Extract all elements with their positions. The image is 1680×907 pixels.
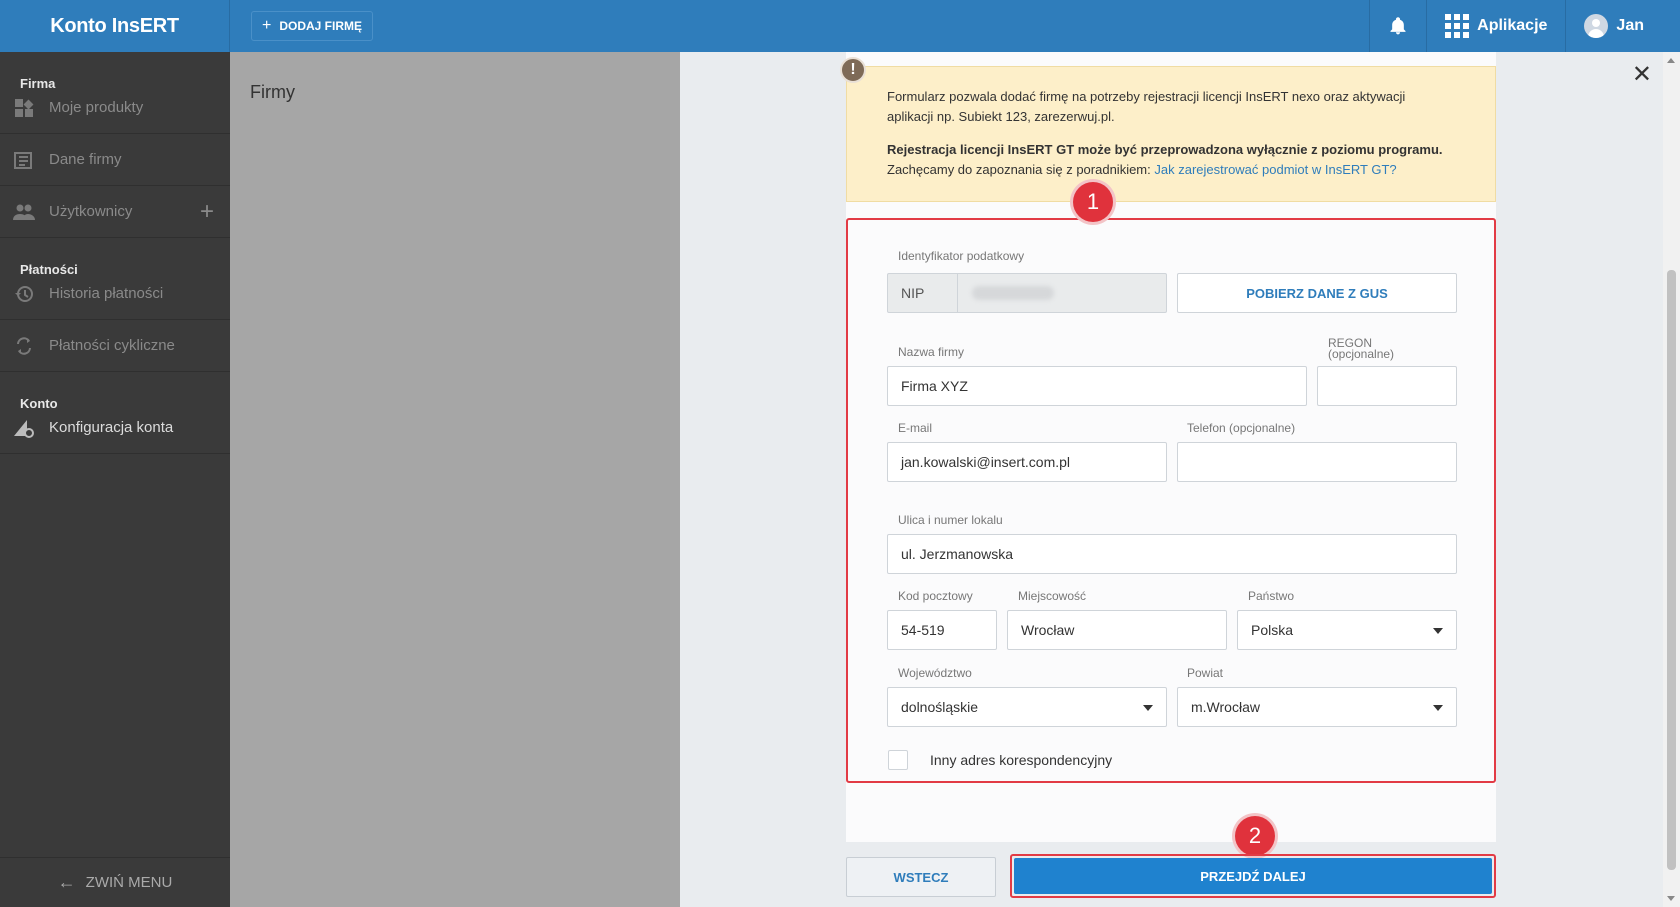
postal-code-input[interactable]: 54-519 [887, 610, 997, 650]
add-user-plus-icon[interactable]: + [200, 198, 214, 226]
next-button-highlight: PRZEJDŹ DALEJ [1010, 854, 1496, 898]
tax-id-label: Identyfikator podatkowy [898, 249, 1025, 263]
chevron-down-icon [1433, 628, 1443, 634]
alt-address-label: Inny adres korespondencyjny [930, 752, 1113, 768]
city-label: Miejscowość [1018, 589, 1087, 603]
close-icon[interactable]: ✕ [1632, 60, 1652, 89]
step-badge-2: 2 [1235, 816, 1275, 856]
postal-code-label: Kod pocztowy [898, 589, 973, 603]
chevron-down-icon [1433, 705, 1443, 711]
regon-label: REGON (opcjonalne) [1328, 337, 1395, 361]
sidebar-section-firma: Firma [20, 76, 56, 91]
alt-address-checkbox[interactable] [888, 750, 908, 770]
email-label: E-mail [898, 421, 933, 435]
sidebar-item-account-settings[interactable]: Konfiguracja konta [0, 402, 230, 454]
products-icon [12, 98, 36, 118]
apps-label: Aplikacje [1477, 17, 1548, 34]
next-button[interactable]: PRZEJDŹ DALEJ [1014, 858, 1492, 894]
company-data-icon [12, 150, 36, 170]
notice-guide-text: Zachęcamy do zapoznania się z poradnikie… [887, 162, 1155, 177]
country-value: Polska [1251, 622, 1294, 638]
sidebar-item-products[interactable]: Moje produkty [0, 82, 230, 134]
user-menu-button[interactable]: Jan [1565, 0, 1680, 52]
sidebar-item-label: Konfiguracja konta [49, 419, 174, 436]
country-select[interactable]: Polska [1237, 610, 1457, 650]
company-name-label: Nazwa firmy [898, 345, 965, 359]
add-firm-button[interactable]: + DODAJ FIRMĘ [251, 11, 374, 41]
collapse-menu-label: ZWIŃ MENU [85, 874, 173, 891]
user-name: Jan [1616, 17, 1644, 34]
sidebar: Firma Moje produkty Dane firmy Użytkowni… [0, 52, 230, 907]
notice-text: Formularz pozwala dodać firmę na potrzeb… [887, 89, 1406, 124]
county-label: Powiat [1187, 666, 1224, 680]
bell-icon [1390, 17, 1406, 35]
fetch-gus-button[interactable]: POBIERZ DANE Z GUS [1177, 273, 1457, 313]
chevron-down-icon [1143, 705, 1153, 711]
arrow-left-icon: ← [57, 872, 76, 892]
add-firm-label: DODAJ FIRMĘ [279, 19, 363, 33]
voivodeship-label: Województwo [898, 666, 972, 680]
city-input[interactable]: Wrocław [1007, 610, 1227, 650]
sidebar-item-label: Moje produkty [49, 99, 144, 116]
scroll-down-arrow-icon[interactable] [1667, 896, 1675, 901]
users-icon [12, 202, 36, 222]
regon-input[interactable] [1317, 366, 1457, 406]
nip-value-blurred [972, 286, 1054, 300]
county-select[interactable]: m.Wrocław [1177, 687, 1457, 727]
collapse-menu-button[interactable]: ← ZWIŃ MENU [0, 857, 230, 907]
sidebar-item-users[interactable]: Użytkownicy + [0, 186, 230, 238]
street-input[interactable]: ul. Jerzmanowska [887, 534, 1457, 574]
scrollbar[interactable] [1663, 52, 1680, 907]
company-name-input[interactable]: Firma XYZ [887, 366, 1307, 406]
sidebar-item-label: Dane firmy [49, 151, 122, 168]
phone-label: Telefon (opcjonalne) [1187, 421, 1296, 435]
back-button[interactable]: WSTECZ [846, 857, 996, 897]
email-input[interactable]: jan.kowalski@insert.com.pl [887, 442, 1167, 482]
sidebar-section-payments: Płatności [20, 262, 78, 277]
sidebar-item-label: Użytkownicy [49, 203, 133, 220]
history-icon [12, 284, 36, 304]
brand-logo[interactable]: Konto InsERT [0, 0, 230, 52]
apps-menu-button[interactable]: Aplikacje [1426, 0, 1565, 52]
warning-icon: ! [840, 57, 866, 83]
sidebar-section-account: Konto [20, 396, 58, 411]
account-settings-icon [12, 418, 36, 438]
main-content-overlay: Firmy [230, 52, 680, 907]
scrollbar-thumb[interactable] [1667, 270, 1676, 870]
notifications-button[interactable] [1369, 0, 1426, 52]
nip-field[interactable]: NIP [887, 273, 1167, 313]
top-bar: Konto InsERT + DODAJ FIRMĘ Aplikacje Jan [0, 0, 1680, 52]
country-label: Państwo [1248, 589, 1295, 603]
nip-prefix: NIP [888, 274, 958, 312]
avatar-icon [1584, 14, 1609, 38]
sidebar-item-payment-history[interactable]: Historia płatności [0, 268, 230, 320]
add-firm-panel: Formularz pozwala dodać firmę na potrzeb… [680, 52, 1680, 907]
apps-grid-icon [1445, 14, 1470, 38]
page-title: Firmy [250, 82, 295, 102]
voivodeship-value: dolnośląskie [901, 699, 979, 715]
sidebar-item-label: Płatności cykliczne [49, 337, 175, 354]
phone-input[interactable] [1177, 442, 1457, 482]
sidebar-item-recurring-payments[interactable]: Płatności cykliczne [0, 320, 230, 372]
guide-link[interactable]: Jak zarejestrować podmiot w InsERT GT? [1154, 162, 1396, 177]
step-badge-1: 1 [1073, 182, 1113, 222]
street-label: Ulica i numer lokalu [898, 513, 1003, 527]
sidebar-item-company-data[interactable]: Dane firmy [0, 134, 230, 186]
top-right-menu: Aplikacje Jan [1369, 0, 1680, 52]
recurring-payments-icon [12, 336, 36, 356]
scroll-up-arrow-icon[interactable] [1667, 58, 1675, 63]
notice-bold-text: Rejestracja licencji InsERT GT może być … [887, 142, 1443, 157]
voivodeship-select[interactable]: dolnośląskie [887, 687, 1167, 727]
info-notice: Formularz pozwala dodać firmę na potrzeb… [846, 66, 1496, 202]
regon-label-line2: (opcjonalne) [1328, 347, 1395, 361]
plus-icon: + [262, 17, 272, 34]
county-value: m.Wrocław [1191, 699, 1260, 715]
sidebar-item-label: Historia płatności [49, 285, 164, 302]
